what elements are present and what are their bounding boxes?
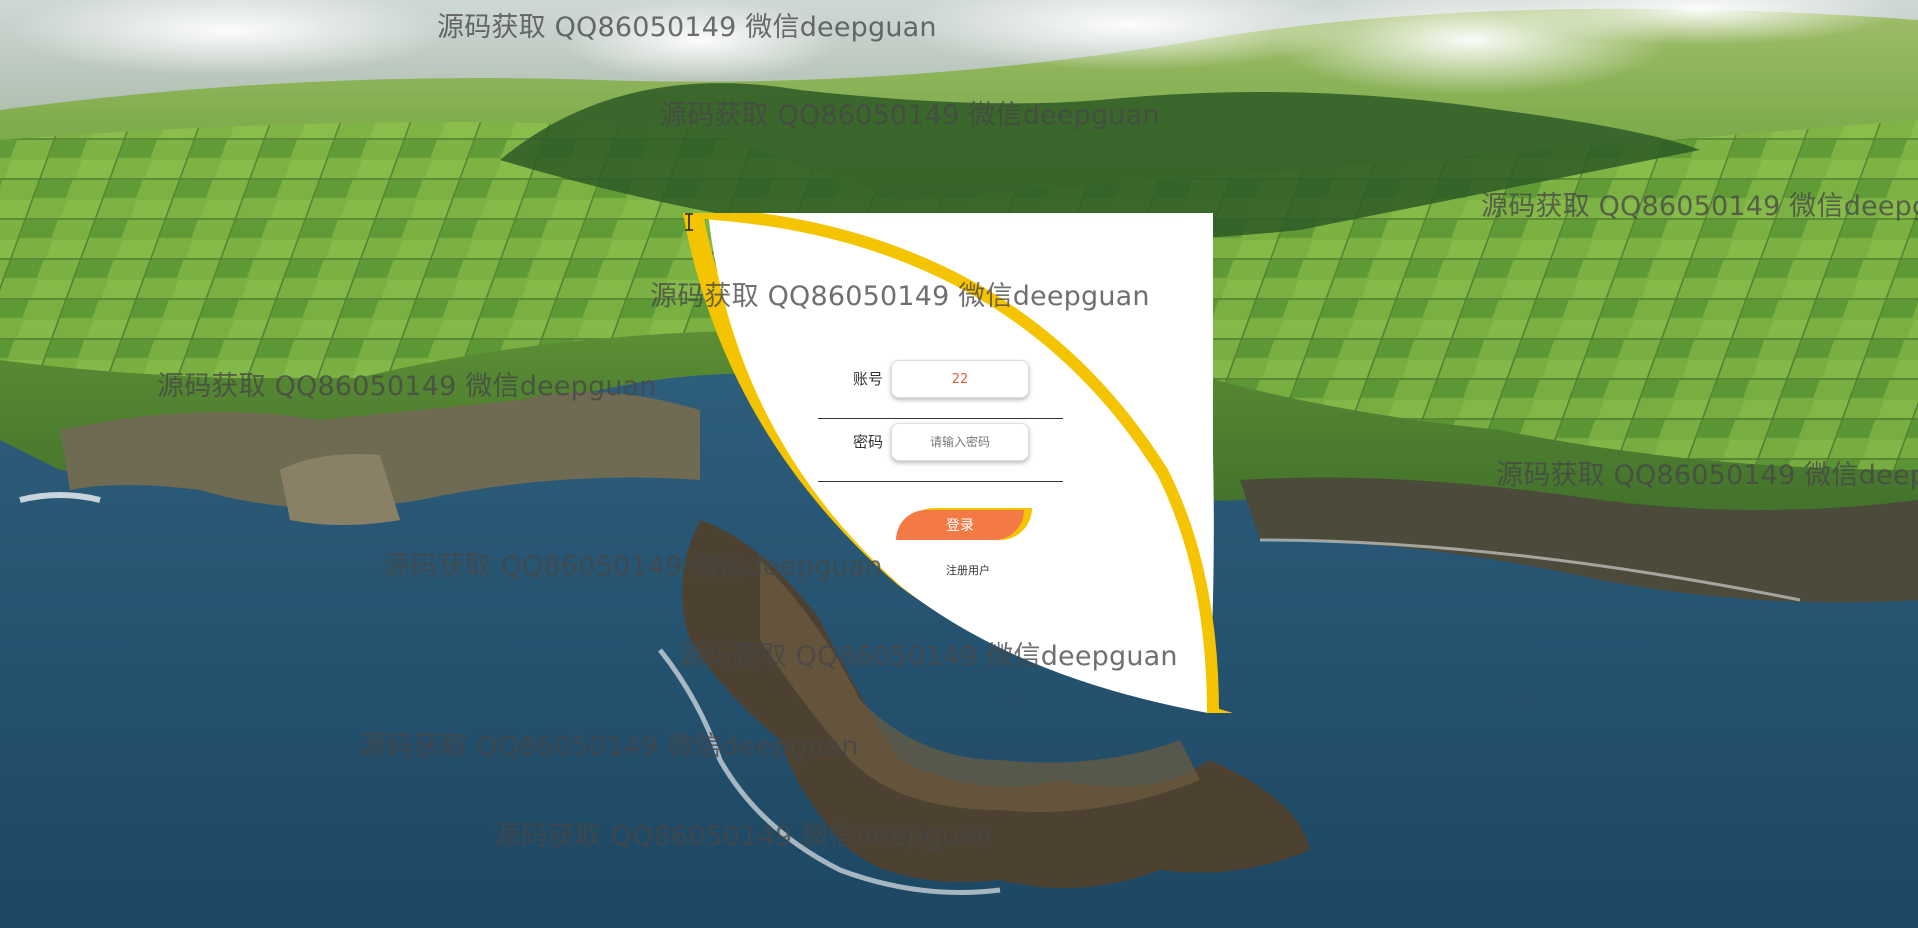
login-panel: 账号 密码 登录 注册用户	[683, 213, 1233, 713]
text-cursor-icon	[685, 213, 693, 231]
account-label: 账号	[852, 370, 883, 388]
login-page: 源码获取 QQ86050149 微信deepguan 源码获取 QQ860501…	[0, 0, 1918, 928]
account-row: 账号	[818, 356, 1063, 419]
account-input[interactable]	[891, 360, 1029, 398]
password-label: 密码	[852, 433, 883, 451]
login-form: 账号 密码 登录 注册用户	[683, 213, 1233, 713]
password-row: 密码	[818, 419, 1063, 482]
login-button[interactable]: 登录	[896, 508, 1032, 540]
register-link[interactable]: 注册用户	[923, 562, 1013, 578]
login-button-label: 登录	[896, 510, 1024, 540]
password-input[interactable]	[891, 423, 1029, 461]
